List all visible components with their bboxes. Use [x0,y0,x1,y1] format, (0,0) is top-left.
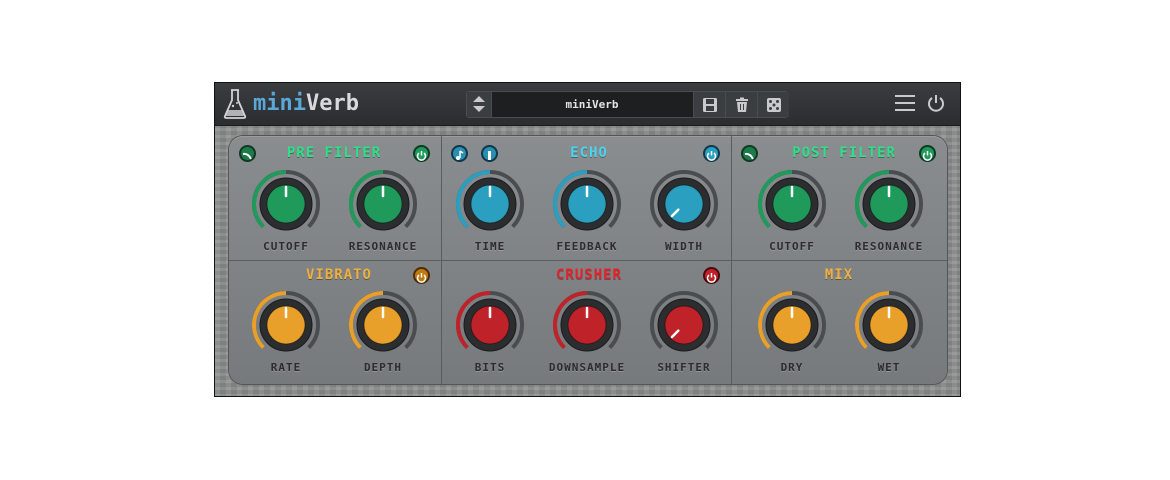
preset-selector: miniVerb [466,91,789,118]
trash-icon [735,97,748,112]
knob-label: BITS [474,361,506,374]
power-icon [706,151,717,161]
delete-button[interactable] [725,92,757,117]
knob-label: DOWNSAMPLE [548,361,626,374]
mix-dry-knob[interactable] [757,290,827,360]
crusher-title: CRUSHER [555,267,622,283]
knob-label: TIME [474,240,506,253]
save-button[interactable] [693,92,725,117]
lowpass-curve-icon [242,152,252,160]
lowpass-curve-icon [744,152,754,160]
knob-label: CUTOFF [769,240,815,253]
post-filter-power-button[interactable] [919,145,936,162]
knob-label: FEEDBACK [556,240,618,253]
knob-label: RATE [270,361,302,374]
top-bar: miniVerb miniVerb [215,83,960,126]
pre-filter-power-button[interactable] [413,145,430,162]
echo-power-button[interactable] [703,145,720,162]
crusher-power-button[interactable] [703,267,720,284]
vibrato-rate-knob[interactable] [251,290,321,360]
echo-sync-button[interactable] [451,145,468,162]
plugin-window: miniVerb miniVerb PRE FILTER CUTOFF RESO… [214,82,961,397]
hamburger-menu-icon[interactable] [895,95,915,113]
power-icon[interactable] [926,93,946,113]
crusher-shifter-knob[interactable] [649,290,719,360]
floppy-disk-icon [702,97,717,112]
knob-label: WET [877,361,901,374]
knob-label: WIDTH [664,240,704,253]
echo-time-knob[interactable] [455,169,525,239]
echo-feedback-knob[interactable] [552,169,622,239]
vibrato-depth-knob[interactable] [348,290,418,360]
echo-width-knob[interactable] [649,169,719,239]
preset-arrows [467,92,492,117]
knob-label: DEPTH [363,361,403,374]
post-filter-type-button[interactable] [741,145,758,162]
crusher-bits-knob[interactable] [455,290,525,360]
post-filter-cutoff-knob[interactable] [757,169,827,239]
knob-cap [664,305,704,345]
note-icon [456,150,464,160]
app-title-prefix: mini [253,91,306,116]
flask-logo-icon [223,89,247,119]
knob-label: CUTOFF [263,240,309,253]
post-filter-title: POST FILTER [792,145,896,161]
pre-filter-cutoff-knob[interactable] [251,169,321,239]
knob-cap [664,184,704,224]
randomize-button[interactable] [757,92,789,117]
mix-title: MIX [824,267,854,283]
post-filter-resonance-knob[interactable] [854,169,924,239]
echo-title: ECHO [570,145,608,161]
knob-label: RESONANCE [854,240,924,253]
pre-filter-title: PRE FILTER [286,145,382,161]
knob-label: SHIFTER [657,361,711,374]
crusher-downsample-knob[interactable] [552,290,622,360]
knob-label: DRY [780,361,804,374]
pingpong-icon [488,151,491,160]
power-icon [416,273,427,283]
plugin-body: PRE FILTER CUTOFF RESONANCE ECHO TIME FE… [215,126,960,396]
app-title: miniVerb [253,91,359,116]
dice-icon [766,97,781,112]
power-icon [922,151,933,161]
echo-pingpong-button[interactable] [481,145,498,162]
knob-label: RESONANCE [348,240,418,253]
preset-name[interactable]: miniVerb [492,92,692,117]
preset-next-icon[interactable] [473,106,485,112]
vibrato-power-button[interactable] [413,267,430,284]
power-icon [706,273,717,283]
app-title-suffix: Verb [305,91,359,116]
control-panel: PRE FILTER CUTOFF RESONANCE ECHO TIME FE… [229,136,947,384]
pre-filter-type-button[interactable] [239,145,256,162]
preset-prev-icon[interactable] [473,96,485,102]
power-icon [416,151,427,161]
mix-wet-knob[interactable] [854,290,924,360]
divider [229,260,947,261]
pre-filter-resonance-knob[interactable] [348,169,418,239]
vibrato-title: VIBRATO [305,267,372,283]
